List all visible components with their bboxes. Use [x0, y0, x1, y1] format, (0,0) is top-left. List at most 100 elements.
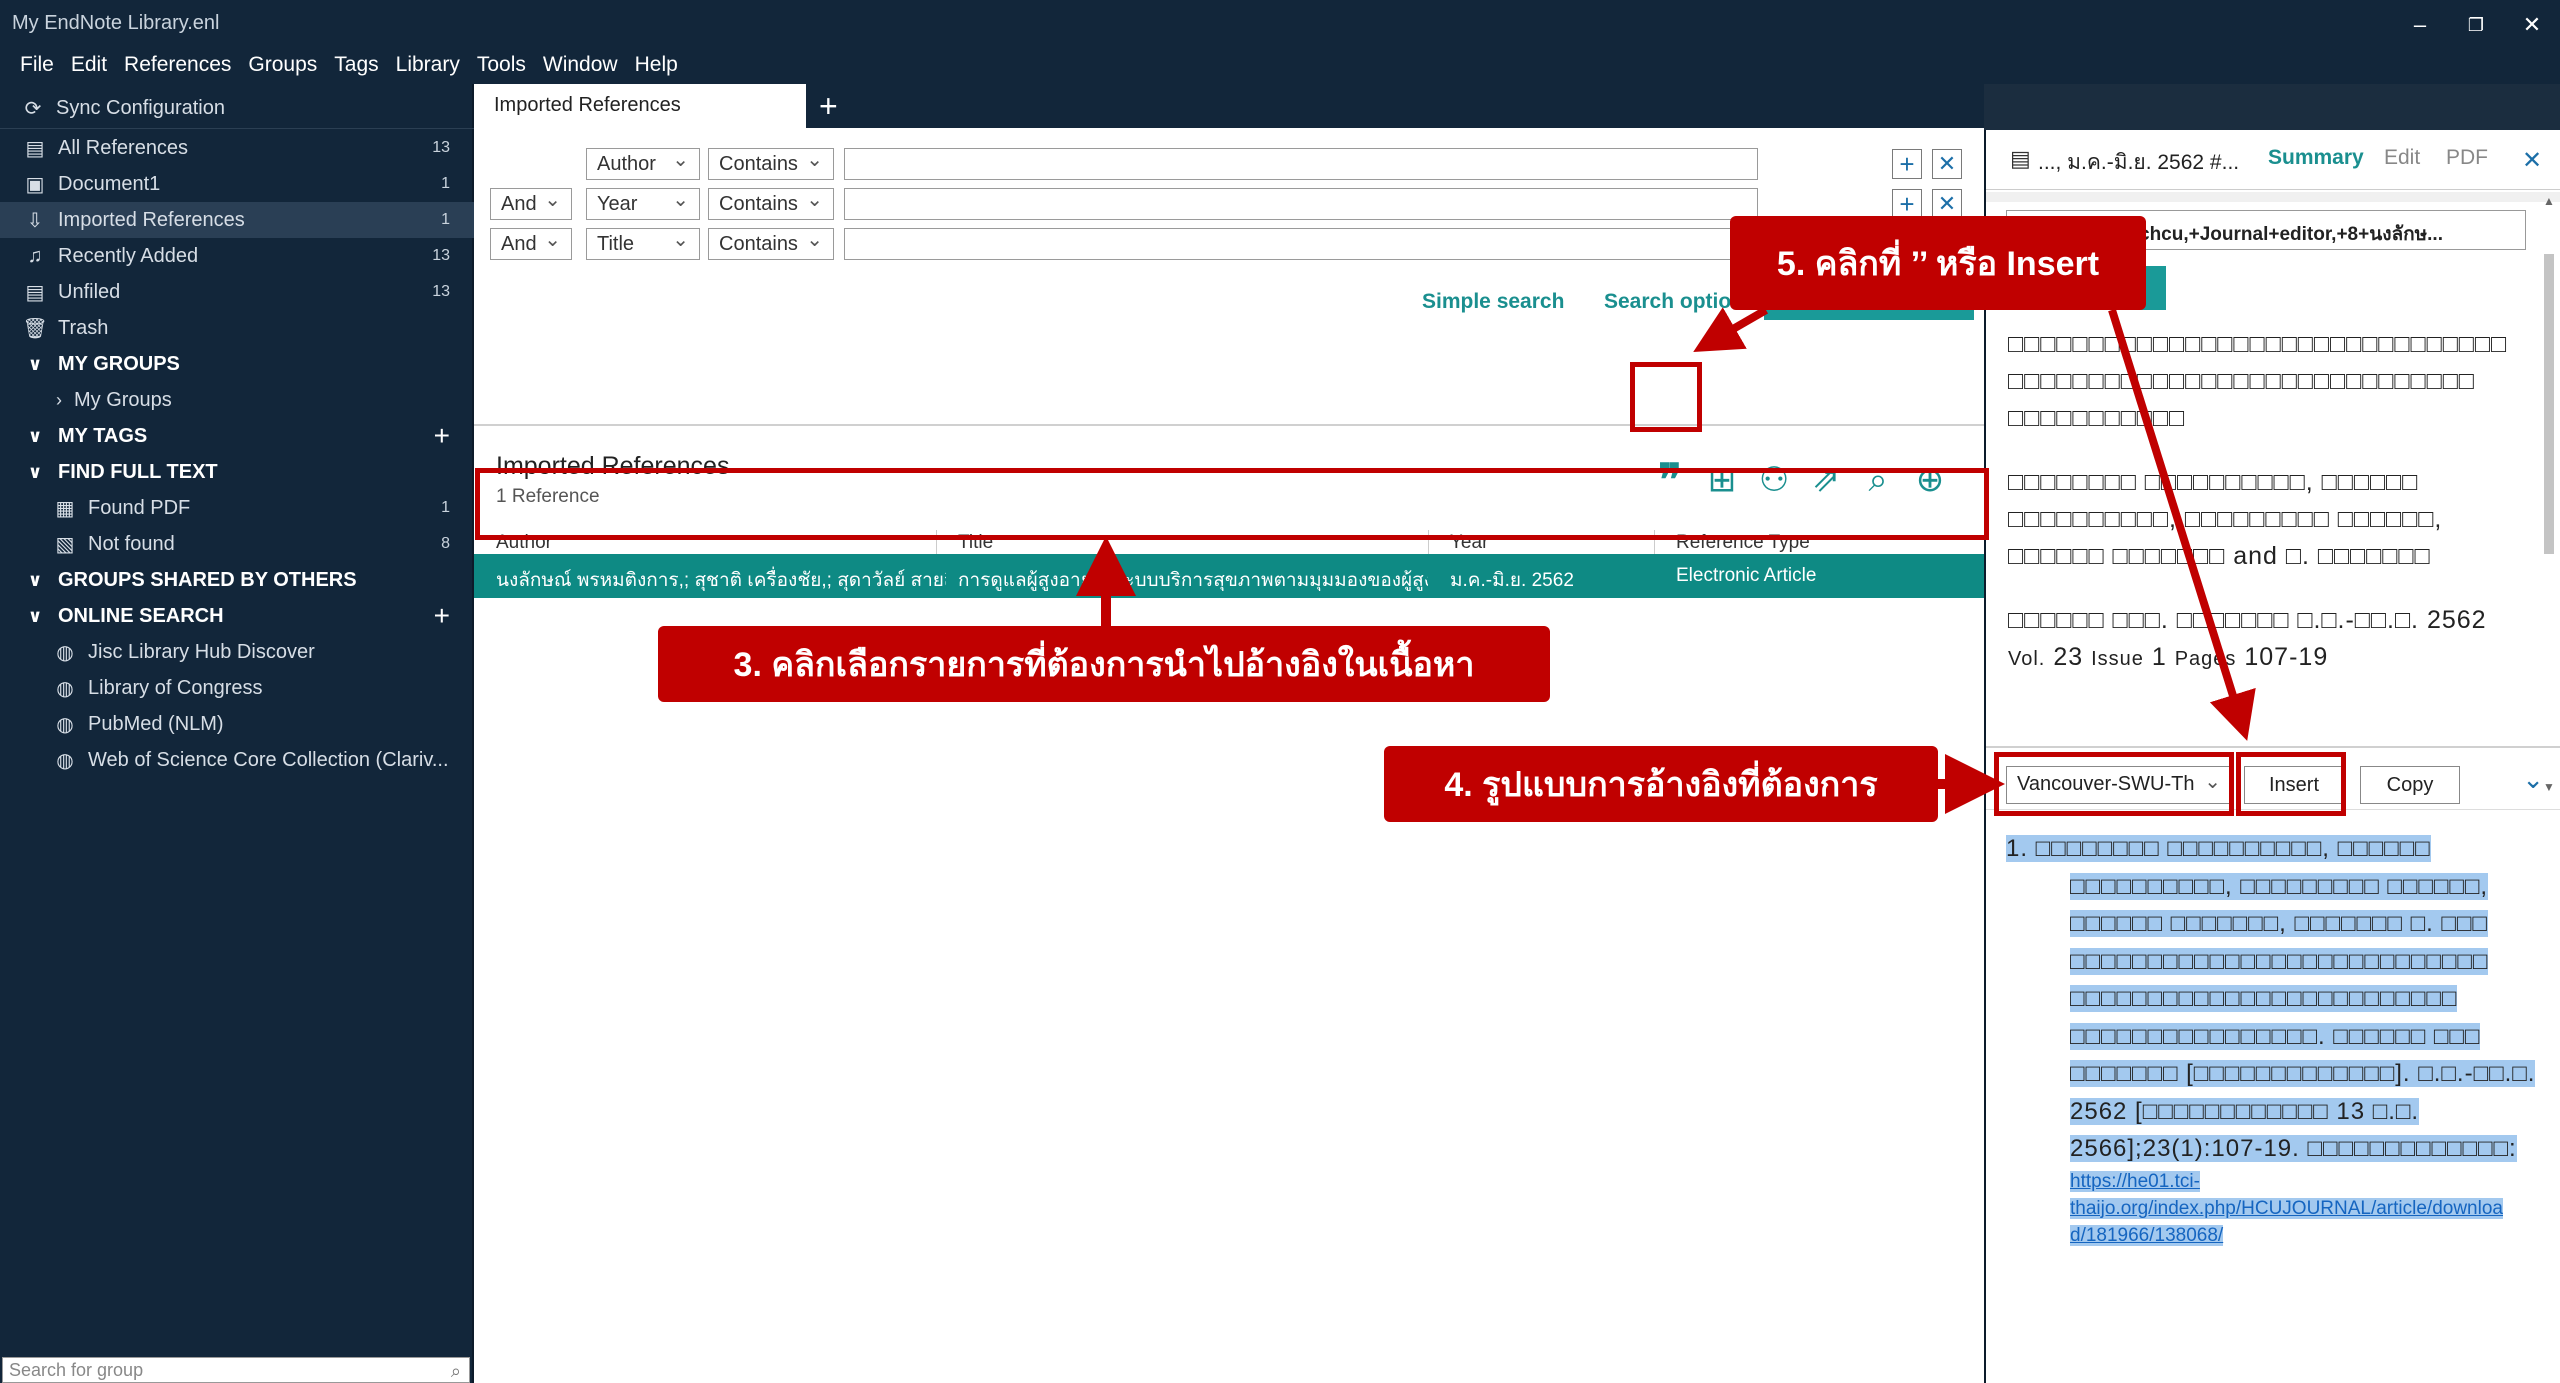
sidebar-item-unfiled[interactable]: ▤ Unfiled 13 — [0, 274, 474, 310]
copy-button[interactable]: Copy — [2360, 766, 2460, 804]
chevron-down-icon: ∨ — [27, 605, 43, 626]
section-my-tags[interactable]: ∨ MY TAGS + — [0, 418, 474, 454]
sidebar-item-not-found[interactable]: ▧ Not found 8 — [0, 526, 474, 562]
sidebar-item-label: All References — [58, 136, 189, 159]
section-find-full-text[interactable]: ∨ FIND FULL TEXT — [0, 454, 474, 490]
sidebar-item-online-search[interactable]: ◍ Web of Science Core Collection (Clariv… — [0, 742, 474, 778]
sidebar-item-imported-references[interactable]: ⇩ Imported References 1 — [0, 202, 474, 238]
summary-line: □□□□□□□□□□□□□□□□□□□□□□□□□□□□□ — [2008, 367, 2475, 395]
bell-icon: ♫ — [27, 244, 43, 267]
tab-edit[interactable]: Edit — [2384, 146, 2420, 170]
table-row[interactable]: นงลักษณ์ พรหมติงการ,; สุชาติ เครื่องชัย,… — [474, 554, 1984, 598]
add-online-search-button[interactable]: + — [434, 600, 450, 632]
summary-line: □□□□□□□□□□□□□□□□□□□□□□□□□□□□□□□ — [2008, 330, 2508, 358]
sync-configuration[interactable]: ⟳ Sync Configuration — [0, 90, 474, 126]
sidebar-item-trash[interactable]: 🗑 Trash — [0, 310, 474, 346]
close-panel-icon[interactable]: ✕ — [2522, 146, 2542, 175]
field-select[interactable]: Author — [586, 147, 700, 180]
add-row-button[interactable]: + — [1892, 189, 1922, 219]
operator-select[interactable]: Contains — [708, 227, 834, 260]
search-term-input[interactable] — [844, 188, 1758, 220]
restore-button[interactable]: ❐ — [2448, 0, 2504, 50]
globe-icon: ◍ — [56, 677, 74, 700]
expand-chevron-icon[interactable]: ⌄ — [2522, 764, 2544, 795]
preview-line: 1. □□□□□□□□ □□□□□□□□□□, □□□□□□ — [2006, 835, 2431, 862]
pages-label: Pages — [2174, 648, 2237, 670]
section-online-search[interactable]: ∨ ONLINE SEARCH + — [0, 598, 474, 634]
tab-strip: Imported References + — [474, 84, 1984, 128]
count-badge: 1 — [441, 499, 450, 516]
sidebar-item-document1[interactable]: ▣ Document1 1 — [0, 166, 474, 202]
sync-label: Sync Configuration — [56, 96, 225, 119]
preview-line: 2566];23(1):107-19. □□□□□□□□□□□□□: — [2070, 1135, 2517, 1162]
preview-line: □□□□□□□ [□□□□□□□□□□□□□]. □.□.-□□.□. — [2070, 1060, 2536, 1087]
sidebar-item-label: Recently Added — [58, 244, 199, 267]
close-window-button[interactable]: ✕ — [2504, 0, 2560, 50]
operator-select[interactable]: Contains — [708, 187, 834, 220]
field-select[interactable]: Title — [586, 227, 700, 260]
preview-url[interactable]: d/181966/138068/ — [2070, 1224, 2224, 1246]
reference-panel-tabs: ▤ ..., ม.ค.-มิ.ย. 2562 #... Summary Edit… — [1986, 130, 2560, 190]
menu-library[interactable]: Library — [396, 50, 460, 84]
word-document-icon: ▣ — [25, 173, 45, 196]
tab-pdf[interactable]: PDF — [2446, 146, 2488, 170]
summary-line: □□□□□□□□□□, □□□□□□□□□ □□□□□□, — [2008, 505, 2443, 533]
menu-edit[interactable]: Edit — [71, 50, 107, 84]
scrollbar-thumb[interactable] — [2544, 254, 2554, 554]
minimize-button[interactable]: – — [2392, 0, 2448, 50]
menu-tools[interactable]: Tools — [477, 50, 526, 84]
group-search-input[interactable]: Search for group ⌕ — [2, 1357, 470, 1383]
document-list-icon: ▤ — [25, 137, 45, 160]
tab-imported-references[interactable]: Imported References — [474, 84, 806, 128]
summary-scrollbar[interactable]: ▲ ▼ — [2540, 194, 2558, 794]
menu-help[interactable]: Help — [635, 50, 678, 84]
search-icon: ⌕ — [450, 1361, 461, 1381]
search-term-input[interactable] — [844, 228, 1758, 260]
preview-url[interactable]: https://he01.tci- — [2070, 1170, 2200, 1192]
menu-window[interactable]: Window — [543, 50, 618, 84]
add-tag-button[interactable]: + — [434, 420, 450, 452]
operator-select[interactable]: Contains — [708, 147, 834, 180]
menu-tags[interactable]: Tags — [334, 50, 378, 84]
menu-groups[interactable]: Groups — [248, 50, 317, 84]
add-tab-button[interactable]: + — [819, 88, 838, 125]
sidebar: ⟳ Sync Configuration ▤ All References 13… — [0, 84, 474, 1383]
simple-search-link[interactable]: Simple search — [1422, 290, 1564, 314]
remove-row-button[interactable]: ✕ — [1932, 149, 1962, 179]
chevron-right-icon: › — [56, 389, 62, 410]
summary-line: □□□□□□□□□□□ — [2008, 404, 2186, 432]
cell-author: นงลักษณ์ พรหมติงการ,; สุชาติ เครื่องชัย,… — [496, 570, 946, 591]
remove-row-button[interactable]: ✕ — [1932, 189, 1962, 219]
issue-label: Issue — [2091, 648, 2144, 670]
sidebar-item-label: PubMed (NLM) — [88, 712, 224, 735]
sidebar-item-my-groups[interactable]: › My Groups — [0, 382, 474, 418]
count-badge: 13 — [432, 247, 450, 264]
sidebar-item-recently-added[interactable]: ♫ Recently Added 13 — [0, 238, 474, 274]
search-term-input[interactable] — [844, 148, 1758, 180]
sidebar-item-found-pdf[interactable]: ▦ Found PDF 1 — [0, 490, 474, 526]
section-my-groups[interactable]: ∨ MY GROUPS — [0, 346, 474, 382]
sidebar-item-online-search[interactable]: ◍ Jisc Library Hub Discover — [0, 634, 474, 670]
vol-value: 23 — [2053, 643, 2084, 671]
sidebar-item-label: Found PDF — [88, 496, 191, 519]
dropdown-value: chcu,+Journal+editor,+8+นงลักษ... — [2139, 224, 2443, 245]
sidebar-item-online-search[interactable]: ◍ Library of Congress — [0, 670, 474, 706]
cell-reference-type: Electronic Article — [1676, 565, 1817, 586]
section-groups-shared[interactable]: ∨ GROUPS SHARED BY OTHERS — [0, 562, 474, 598]
logic-select[interactable]: And — [490, 187, 572, 220]
menu-references[interactable]: References — [124, 50, 231, 84]
sidebar-item-online-search[interactable]: ◍ PubMed (NLM) — [0, 706, 474, 742]
field-select[interactable]: Year — [586, 187, 700, 220]
menu-file[interactable]: File — [20, 50, 54, 84]
chevron-down-icon: ∨ — [27, 569, 43, 590]
search-options-link[interactable]: Search optio — [1604, 290, 1731, 314]
preview-url[interactable]: thaijo.org/index.php/HCUJOURNAL/article/… — [2070, 1197, 2503, 1219]
section-label: MY TAGS — [58, 424, 148, 447]
preview-line: □□□□□□□□□□□□□□□□□□□□□□□□□ — [2070, 985, 2458, 1012]
tab-summary[interactable]: Summary — [2268, 146, 2364, 170]
count-badge: 1 — [441, 211, 450, 228]
count-badge: 8 — [441, 535, 450, 552]
logic-select[interactable]: And — [490, 227, 572, 260]
sidebar-item-all-references[interactable]: ▤ All References 13 — [0, 130, 474, 166]
add-row-button[interactable]: + — [1892, 149, 1922, 179]
